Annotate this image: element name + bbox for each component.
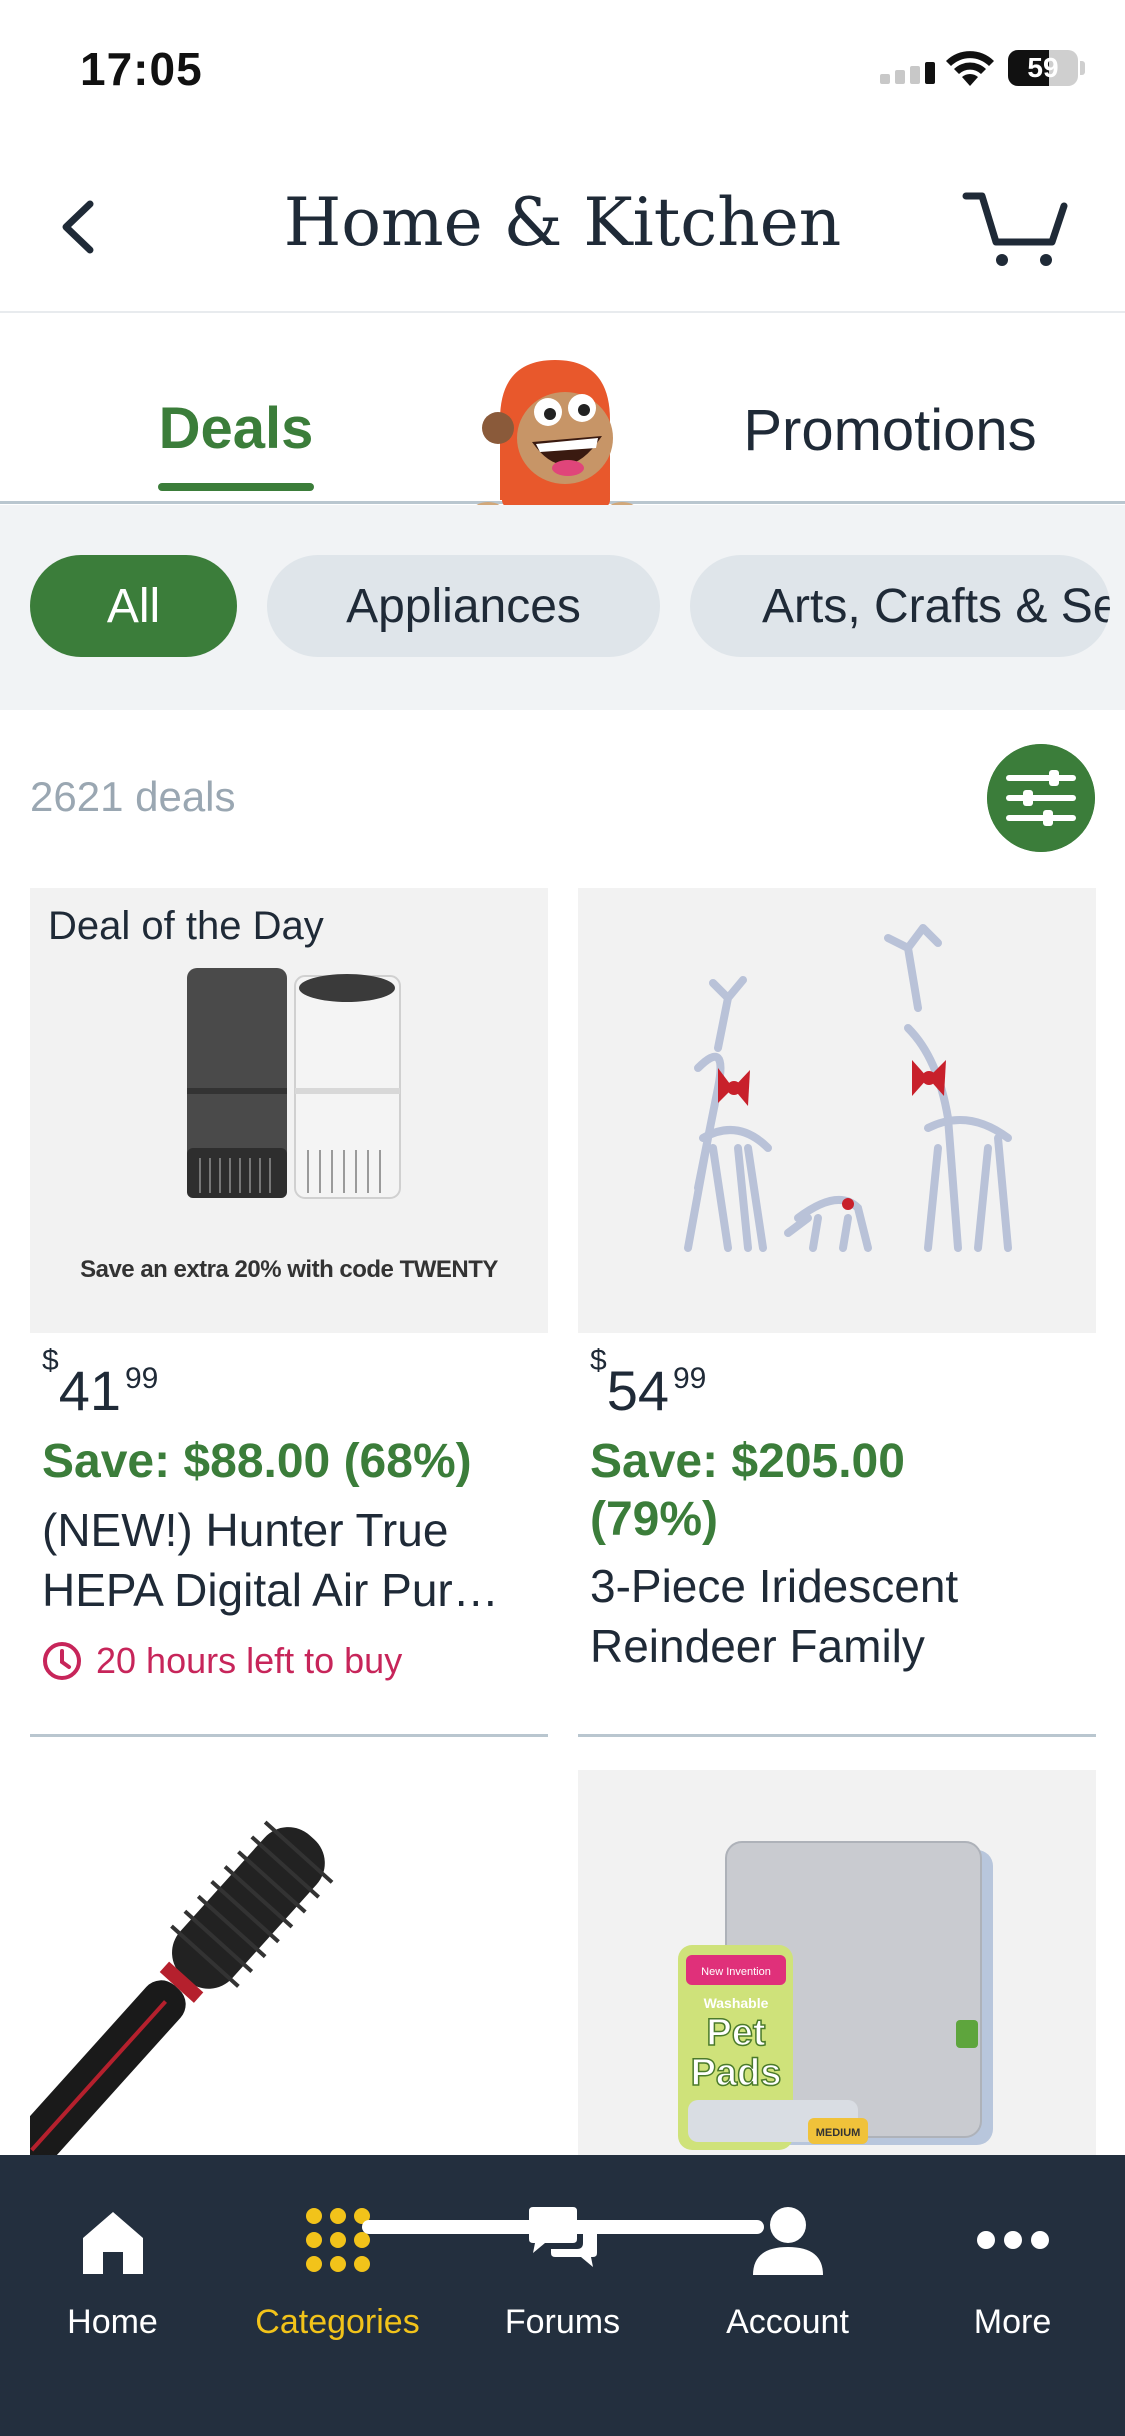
wifi-icon [946,51,994,86]
deals-count: 2621 deals [30,773,236,820]
air-purifier-image [187,968,401,1199]
pet-pads-line2-text: Pads [691,2052,782,2094]
tab-promotions[interactable]: Promotions [700,397,1080,464]
monkey-mascot-icon [472,360,638,522]
battery-level: 59 [1027,52,1059,83]
hair-dryer-brush-image [30,1820,334,2170]
price-whole: 54 [606,1359,669,1422]
nav-label: Account [726,2303,849,2341]
tab-active-indicator [158,483,314,491]
chip-arts-crafts-sewing[interactable]: Arts, Crafts & Sewing [690,555,1110,657]
nav-categories[interactable]: Categories [225,2195,450,2342]
battery-tip [1080,61,1085,75]
nav-forums[interactable]: Forums [450,2195,675,2342]
promo-code-text: Save an extra 20% with code TWENTY [80,1256,498,1283]
product-price: $54 99 [590,1344,707,1423]
product-title[interactable]: (NEW!) Hunter True HEPA Digital Air Pur… [42,1500,542,1620]
product-savings: Save: $205.00 (79%) [590,1435,905,1546]
person-icon [752,2207,823,2275]
page-title: Home & Kitchen [283,184,842,261]
product-price: $41 99 [42,1344,159,1423]
battery-icon: 59 [1008,50,1078,86]
nav-home[interactable]: Home [0,2195,225,2342]
price-whole: 41 [58,1359,121,1422]
home-indicator [362,2220,764,2234]
chat-bubbles-icon [528,2207,597,2267]
chip-all[interactable]: All [30,555,237,657]
nav-label: Forums [504,2303,621,2341]
reindeer-image [684,924,1012,1252]
product-title[interactable]: 3-Piece Iridescent Reindeer Family [590,1556,1030,1676]
ellipsis-icon [976,2231,1049,2249]
pet-pads-brand-text: Washable [704,1995,769,2011]
currency-symbol: $ [590,1344,607,1378]
pet-pads-line1-text: Pet [706,2012,765,2054]
nav-label: More [973,2303,1052,2341]
card-divider [578,1734,1096,1737]
tab-deals[interactable]: Deals [120,395,352,462]
product-image[interactable]: New Invention Washable Pet Pads MEDIUM [578,1770,1096,2170]
filter-sliders-icon[interactable] [987,744,1095,852]
nav-label: Home [67,2303,158,2341]
pet-pads-image: New Invention Washable Pet Pads MEDIUM [678,1841,993,2150]
grid-dots-icon [305,2208,370,2272]
chip-appliances[interactable]: Appliances [267,555,660,657]
product-image[interactable] [578,888,1096,1333]
product-image[interactable] [30,1770,548,2170]
currency-symbol: $ [42,1344,59,1378]
product-image[interactable]: Deal of the Day Save an extra 20% with c… [30,888,548,1333]
pet-pads-top-text: New Invention [701,1966,771,1978]
nav-more[interactable]: More [900,2195,1125,2342]
pet-pads-size-text: MEDIUM [816,2127,861,2139]
clock-icon [43,1642,81,1680]
price-cents: 99 [124,1362,159,1395]
bottom-nav: Home Categories Forums Account More [0,2155,1125,2436]
home-icon [82,2212,143,2274]
deals-tabs: Deals Promotions [0,315,1125,522]
cellular-signal-icon [880,62,935,84]
cart-icon[interactable] [960,182,1070,272]
card-divider [30,1734,548,1737]
nav-account[interactable]: Account [675,2195,900,2342]
status-time: 17:05 [80,43,203,95]
nav-label: Categories [255,2303,420,2341]
header-bar: Home & Kitchen [0,140,1125,313]
deal-timer: 20 hours left to buy [42,1640,402,1682]
product-savings: Save: $88.00 (68%) [42,1435,472,1488]
price-cents: 99 [672,1362,707,1395]
category-chips: All Appliances Arts, Crafts & Sewing [0,505,1125,710]
status-bar: 17:05 59 [0,0,1125,140]
timer-text: 20 hours left to buy [96,1640,403,1681]
